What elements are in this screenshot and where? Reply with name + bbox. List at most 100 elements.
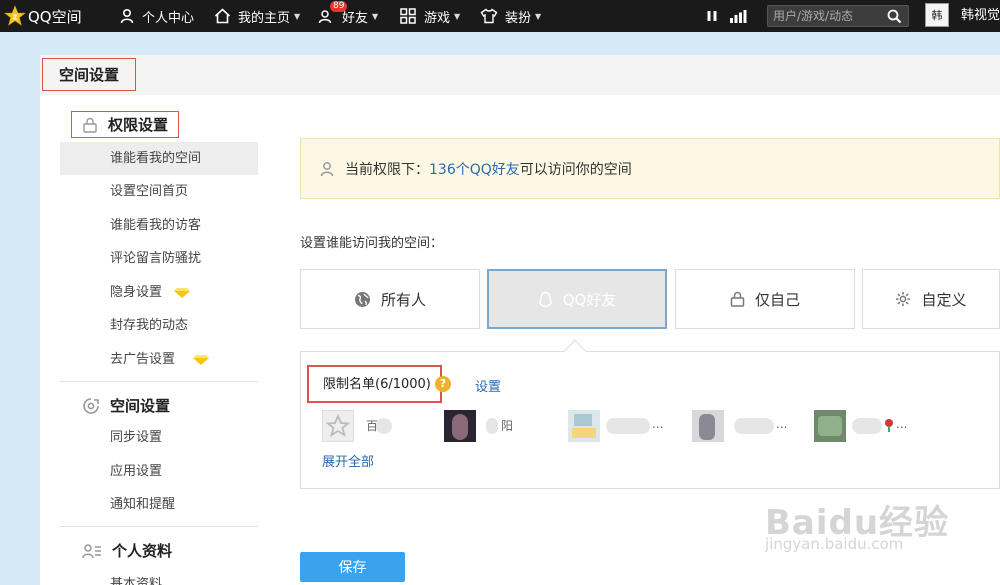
- access-option-qq-friends[interactable]: QQ好友: [487, 269, 667, 329]
- chevron-down-icon: ▼: [454, 11, 461, 21]
- sidebar-item-label: 隐身设置: [110, 285, 163, 300]
- lock-icon: [730, 291, 745, 307]
- sidebar-item-invisible-settings[interactable]: 隐身设置: [60, 276, 258, 309]
- home-icon: [214, 8, 231, 24]
- blurred-name: [734, 418, 774, 434]
- diamond-vip-icon: [193, 354, 210, 365]
- user-avatar[interactable]: 韩: [925, 3, 949, 27]
- access-section-label: 设置谁能访问我的空间：: [300, 236, 444, 251]
- save-button[interactable]: 保存: [300, 552, 405, 582]
- globe-icon: [354, 291, 370, 307]
- nav-label: 装扮: [505, 10, 532, 26]
- sidebar-item-who-can-see-visitors[interactable]: 谁能看我的访客: [60, 209, 258, 242]
- friend-avatar: [568, 410, 600, 442]
- logo-text: QQ空间: [28, 7, 82, 26]
- sidebar-item-basic-profile[interactable]: 基本资料: [60, 568, 258, 585]
- watermark-url: jingyan.baidu.com: [765, 535, 904, 553]
- restricted-friend[interactable]: ...: [814, 408, 914, 442]
- sidebar-group-profile: 个人资料: [82, 540, 172, 561]
- chevron-down-icon: ▼: [294, 11, 301, 21]
- notice-friend-count: 136个QQ好友: [429, 161, 520, 178]
- signal-bars-button[interactable]: [730, 0, 747, 32]
- top-navigation-bar: Z QQ空间 个人中心 我的主页 ▼ 89 好友 ▼ 游戏 ▼ 装扮 ▼ 韩 韩…: [0, 0, 1000, 32]
- friend-avatar: [814, 410, 846, 442]
- nav-personal-center[interactable]: 个人中心: [119, 0, 194, 32]
- space-settings-icon: [83, 397, 99, 414]
- nav-games[interactable]: 游戏 ▼: [400, 0, 460, 32]
- sidebar-group-space-settings: 空间设置: [82, 395, 170, 416]
- sidebar-group-permissions: 权限设置: [71, 111, 180, 138]
- sidebar-item-anti-harassment[interactable]: 评论留言防骚扰: [60, 242, 258, 275]
- star-placeholder-icon: [325, 413, 351, 437]
- baidu-jingyan-watermark: Baidu经验 jingyan.baidu.com: [765, 495, 949, 553]
- friend-avatar: [692, 410, 724, 442]
- blurred-name: [376, 418, 392, 434]
- restriction-list-title: 限制名单(6/1000): [307, 365, 442, 403]
- blurred-name: [486, 418, 498, 434]
- restricted-friend[interactable]: 百: [322, 408, 402, 442]
- friend-name: ...: [896, 417, 908, 431]
- gear-icon: [896, 292, 911, 306]
- nav-my-homepage[interactable]: 我的主页 ▼: [214, 0, 300, 32]
- search-box: [767, 5, 909, 27]
- restriction-settings-link[interactable]: 设置: [475, 376, 501, 395]
- panel-header: 空间设置: [40, 55, 1000, 95]
- user-icon: [320, 161, 334, 176]
- friend-avatar: [444, 410, 476, 442]
- user-icon: [120, 8, 134, 24]
- nav-friends[interactable]: 89 好友 ▼: [318, 0, 378, 32]
- notice-prefix: 当前权限下：: [345, 161, 429, 178]
- restricted-friend[interactable]: ...: [568, 408, 668, 442]
- sidebar-group-title: 权限设置: [108, 116, 169, 134]
- option-label: 所有人: [380, 290, 426, 309]
- option-label: 自定义: [921, 290, 967, 309]
- help-icon[interactable]: ?: [435, 376, 451, 392]
- sidebar-item-set-homepage[interactable]: 设置空间首页: [60, 175, 258, 208]
- sidebar-item-sync-settings[interactable]: 同步设置: [60, 421, 258, 454]
- restriction-list-box: 限制名单(6/1000) ? 设置 百 阳 ... ... ... 展开全部: [300, 351, 1000, 489]
- friend-avatar: [322, 410, 354, 442]
- bar-signal-icon: [730, 9, 747, 23]
- notice-suffix: 可以访问你的空间: [519, 161, 632, 178]
- chevron-down-icon: ▼: [535, 11, 542, 21]
- sidebar-group-title: 空间设置: [110, 397, 171, 415]
- sidebar-item-app-settings[interactable]: 应用设置: [60, 455, 258, 488]
- search-icon[interactable]: [887, 9, 902, 24]
- restricted-friend[interactable]: 阳: [444, 408, 524, 442]
- flower-icon: [885, 419, 893, 432]
- sidebar-item-who-can-see-space[interactable]: 谁能看我的空间: [60, 142, 258, 175]
- profile-icon: [82, 543, 101, 558]
- diamond-vip-icon: [174, 287, 191, 298]
- svg-text:Z: Z: [12, 14, 17, 22]
- sidebar-divider: [60, 526, 258, 527]
- friend-name: ...: [652, 417, 664, 431]
- nav-decorate[interactable]: 装扮 ▼: [480, 0, 541, 32]
- username[interactable]: 韩视觉: [961, 0, 1000, 32]
- grid-icon: [400, 8, 416, 24]
- sidebar-item-notifications[interactable]: 通知和提醒: [60, 488, 258, 521]
- blurred-name: [852, 418, 882, 434]
- access-option-custom[interactable]: 自定义: [862, 269, 1000, 329]
- restricted-friend[interactable]: ...: [692, 408, 792, 442]
- nav-label: 我的主页: [238, 10, 291, 26]
- friends-count-badge: 89: [330, 1, 348, 12]
- nav-label: 游戏: [424, 10, 451, 26]
- pause-button[interactable]: [706, 0, 718, 32]
- sidebar-divider: [60, 381, 258, 382]
- qzone-logo[interactable]: Z QQ空间: [4, 0, 82, 32]
- access-option-only-me[interactable]: 仅自己: [675, 269, 855, 329]
- search-input[interactable]: [768, 6, 886, 26]
- access-option-everyone[interactable]: 所有人: [300, 269, 480, 329]
- option-label: 仅自己: [754, 290, 800, 309]
- sidebar-item-archive-feeds[interactable]: 封存我的动态: [60, 309, 258, 342]
- permission-notice: 当前权限下： 136个QQ好友 可以访问你的空间: [300, 138, 1000, 199]
- sidebar-item-remove-ads[interactable]: 去广告设置: [60, 343, 258, 376]
- pause-icon: [707, 11, 717, 21]
- option-label: QQ好友: [562, 290, 617, 309]
- tshirt-icon: [480, 8, 498, 24]
- qzone-star-icon: Z: [4, 5, 26, 26]
- friend-name: 阳: [501, 419, 514, 433]
- chevron-down-icon: ▼: [372, 11, 379, 21]
- blurred-name: [606, 418, 650, 434]
- expand-all-link[interactable]: 展开全部: [322, 451, 374, 470]
